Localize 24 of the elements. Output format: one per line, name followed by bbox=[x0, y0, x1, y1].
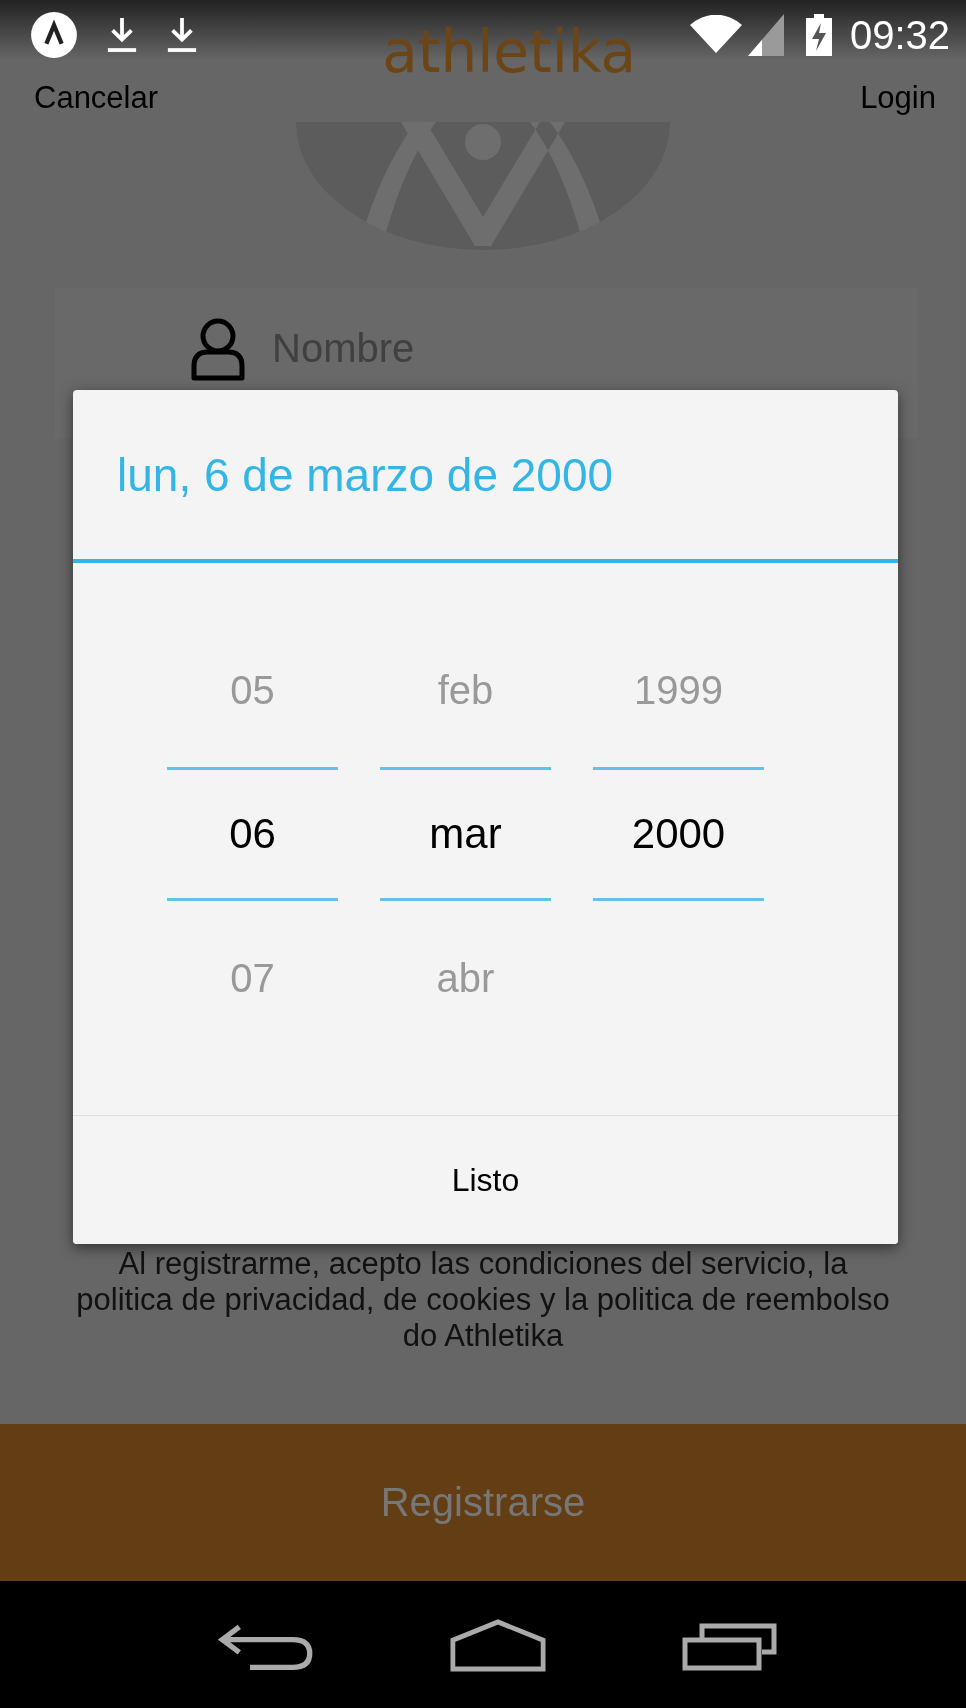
wifi-icon bbox=[689, 15, 742, 55]
picker-selected-value[interactable]: 06 bbox=[167, 767, 338, 901]
login-link[interactable]: Login bbox=[860, 80, 936, 122]
user-icon bbox=[190, 318, 246, 382]
register-button[interactable]: Registrarse bbox=[0, 1424, 966, 1581]
picker-option[interactable]: 07 bbox=[230, 901, 275, 1055]
terms-text: Al registrarme, acepto las condiciones del servicio, la politica de privacidad, de cookies y la politica de reembolso do Athletika bbox=[75, 1246, 891, 1354]
home-icon[interactable] bbox=[450, 1617, 546, 1672]
dialog-title: lun, 6 de marzo de 2000 bbox=[117, 447, 614, 502]
app-logo: athletika bbox=[382, 18, 636, 86]
picker-selected-value[interactable]: 2000 bbox=[593, 767, 764, 901]
download-icon bbox=[106, 15, 138, 55]
picker-option[interactable]: abr bbox=[436, 901, 495, 1055]
picker-option[interactable]: feb bbox=[437, 613, 494, 767]
picker-option[interactable]: 05 bbox=[230, 613, 275, 767]
battery-charging-icon bbox=[805, 14, 832, 56]
picker-selected-value[interactable]: mar bbox=[380, 767, 551, 901]
done-button[interactable]: Listo bbox=[73, 1116, 898, 1244]
download-icon bbox=[166, 15, 198, 55]
clock-time: 09:32 bbox=[849, 12, 950, 58]
signal-icon bbox=[747, 14, 784, 56]
app-notification-icon bbox=[30, 11, 78, 59]
cancel-link[interactable]: Cancelar bbox=[34, 80, 159, 122]
picker-option[interactable]: 1999 bbox=[634, 613, 723, 767]
